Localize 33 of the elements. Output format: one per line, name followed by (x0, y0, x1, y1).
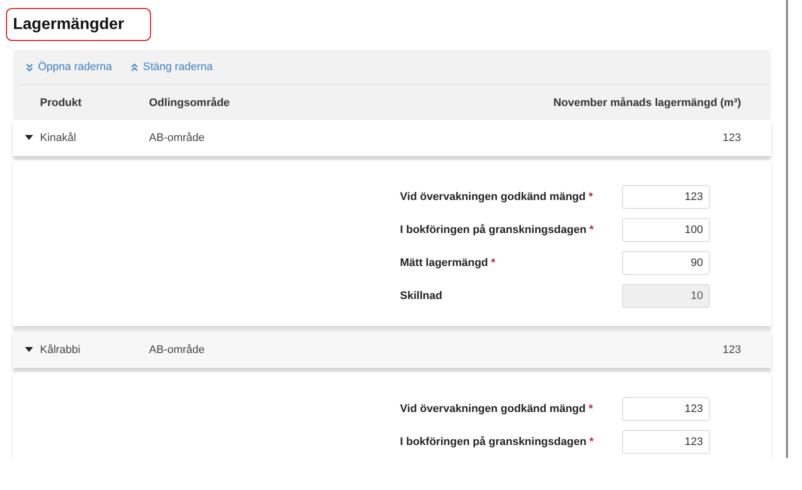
input-field[interactable]: 123 (622, 430, 710, 454)
readonly-field: 10 (622, 284, 710, 308)
column-header: Odlingsområde (149, 96, 231, 108)
double-chevron-down-icon (25, 62, 34, 72)
field-label: Vid övervakningen godkänd mängd * (400, 190, 594, 202)
table-cell-text: AB-område (149, 132, 206, 144)
required-marker: * (588, 402, 593, 414)
input-field[interactable]: 100 (622, 218, 710, 242)
input-field[interactable]: 90 (622, 250, 710, 274)
input-field[interactable]: 123 (622, 184, 710, 208)
field-label: I bokföringen på granskningsdagen * (400, 224, 595, 236)
column-header: November månads lagermängd (m³) (553, 96, 742, 108)
field-label: Vid övervakningen godkänd mängd * (400, 402, 594, 414)
required-marker: * (491, 256, 496, 268)
double-chevron-up-icon (130, 62, 139, 72)
required-marker: * (589, 436, 594, 448)
field-label: Mätt lagermängd * (400, 256, 496, 268)
table-cell-text: AB-område (149, 344, 206, 356)
toolbar-link[interactable]: Stäng raderna (130, 61, 213, 73)
column-header: Produkt (39, 96, 83, 108)
table-row[interactable]: Kinakål AB-område 123 (13, 120, 771, 156)
table-row[interactable]: Kålrabbi AB-område 123 (13, 332, 771, 368)
field-label: I bokföringen på granskningsdagen * (400, 436, 595, 448)
page-title: Lagermängder (6, 8, 152, 41)
required-marker: * (588, 190, 593, 202)
toolbar-link[interactable]: Öppna raderna (25, 61, 112, 73)
table-cell-text: 123 (722, 132, 742, 144)
field-label: Skillnad (400, 290, 444, 302)
table-cell-text: 123 (722, 344, 742, 356)
required-marker: * (589, 224, 594, 236)
input-field[interactable]: 123 (622, 396, 710, 420)
table-cell-text: Kålrabbi (39, 344, 82, 356)
table-cell-text: Kinakål (39, 132, 78, 144)
